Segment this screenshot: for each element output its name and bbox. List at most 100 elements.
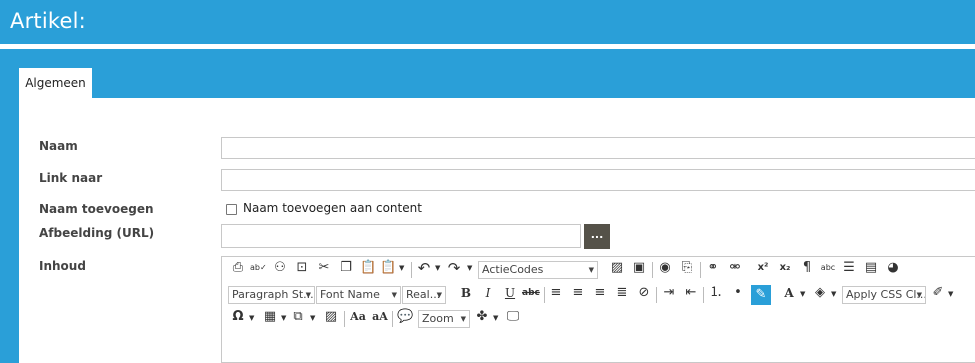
- paste-options-icon[interactable]: 📋: [380, 260, 396, 276]
- chevron-down-icon: ▼: [588, 266, 594, 274]
- toolbar-separator: [544, 287, 545, 303]
- justify-icon[interactable]: ≣: [614, 285, 630, 301]
- horizontal-rule-icon[interactable]: ☰: [841, 260, 857, 276]
- strikethrough-icon[interactable]: abc: [522, 285, 540, 301]
- indent-icon[interactable]: ⇥: [661, 285, 677, 301]
- font-color-dropdown-icon[interactable]: ▼: [800, 290, 805, 298]
- remove-alignment-icon[interactable]: ⊘: [636, 285, 652, 301]
- paragraph-marks-icon[interactable]: ¶: [799, 260, 815, 276]
- naam-toevoegen-checkbox-label[interactable]: Naam toevoegen aan content: [243, 201, 422, 215]
- toevoegen-label: Naam toevoegen: [39, 202, 154, 216]
- toolbar-separator: [652, 262, 653, 278]
- align-right-icon[interactable]: ≡: [592, 285, 608, 301]
- italic-icon[interactable]: I: [480, 285, 496, 301]
- chevron-down-icon: ▼: [460, 315, 466, 323]
- image-icon[interactable]: ▨: [609, 260, 625, 276]
- image-manager-icon[interactable]: ▣: [631, 260, 647, 276]
- link-input[interactable]: [221, 169, 975, 191]
- cut-icon[interactable]: ✂: [316, 260, 332, 276]
- align-center-icon[interactable]: ≡: [570, 285, 586, 301]
- naam-input[interactable]: [221, 137, 975, 159]
- naam-label: Naam: [39, 139, 78, 153]
- toolbar-separator: [411, 262, 412, 278]
- document-manager-icon[interactable]: ⎘: [679, 260, 695, 276]
- zoom-value: Zoom: [422, 312, 454, 325]
- outdent-icon[interactable]: ⇤: [683, 285, 699, 301]
- superscript-icon[interactable]: x²: [755, 260, 771, 276]
- toolbar-separator: [392, 311, 393, 327]
- actiecodes-value: ActieCodes: [482, 263, 544, 276]
- editor-toolbar-row-2: Paragraph St... ▼ Font Name ▼ Real... ▼ B I…: [222, 285, 975, 307]
- chevron-down-icon: ▼: [436, 291, 442, 299]
- convert-uppercase-icon[interactable]: aA: [372, 309, 388, 325]
- link-label: Link naar: [39, 171, 103, 185]
- special-characters-dropdown-icon[interactable]: ▼: [249, 314, 254, 322]
- page-title: Artikel:: [10, 9, 86, 33]
- tab-algemeen[interactable]: Algemeen: [19, 68, 92, 98]
- underline-icon[interactable]: U: [502, 285, 518, 301]
- unlink-icon[interactable]: ⚮: [727, 260, 743, 276]
- fullscreen-icon[interactable]: 🖵: [505, 309, 521, 325]
- module-manager-icon[interactable]: ◕: [885, 260, 901, 276]
- copy-icon[interactable]: ❐: [338, 260, 354, 276]
- zoom-select[interactable]: Zoom ▼: [418, 310, 470, 328]
- insert-form-dropdown-icon[interactable]: ▼: [310, 314, 315, 322]
- bold-icon[interactable]: B: [458, 285, 474, 301]
- special-characters-icon[interactable]: Ω: [230, 309, 246, 325]
- editor-toolbar-row-3: Ω ▼ ▦ ▼ ⧉ ▼ ▨ Aa aA 💬 Zoom ▼ ✤ ▼ 🖵: [222, 309, 975, 331]
- highlight-dropdown-icon[interactable]: ▼: [831, 290, 836, 298]
- format-stripper-icon[interactable]: abc: [820, 260, 836, 276]
- chevron-down-icon: ▼: [305, 291, 311, 299]
- subscript-icon[interactable]: x₂: [777, 260, 793, 276]
- hyperlink-icon[interactable]: ⚭: [705, 260, 721, 276]
- redo-icon[interactable]: ↷: [446, 260, 462, 276]
- actiecodes-select[interactable]: ActieCodes ▼: [478, 261, 598, 279]
- toolbar-separator: [703, 287, 704, 303]
- toolbar-separator: [344, 311, 345, 327]
- paste-dropdown-icon[interactable]: ▼: [399, 264, 404, 272]
- insert-form-element-icon[interactable]: ⧉: [290, 309, 306, 325]
- undo-icon[interactable]: ↶: [416, 260, 432, 276]
- table-icon[interactable]: ▦: [262, 309, 278, 325]
- chevron-down-icon: ▼: [916, 291, 922, 299]
- editor-toolbar-row-1: ⎙ ab✓ ⚇ ⊡ ✂ ❐ 📋 📋 ▼ ↶ ▼ ↷ ▼ ActieCodes ▼ …: [222, 260, 975, 282]
- media-icon[interactable]: ◉: [657, 260, 673, 276]
- apply-css-class-select[interactable]: Apply CSS Cl... ▼: [842, 286, 926, 304]
- image-properties-icon[interactable]: ▨: [323, 309, 339, 325]
- format-painter-dropdown-icon[interactable]: ▼: [948, 290, 953, 298]
- naam-toevoegen-checkbox[interactable]: [226, 204, 237, 215]
- select-all-icon[interactable]: ⊡: [294, 260, 310, 276]
- template-manager-icon[interactable]: ▤: [863, 260, 879, 276]
- font-name-value: Font Name: [320, 288, 380, 301]
- afbeelding-url-input[interactable]: [221, 224, 581, 248]
- afbeelding-label: Afbeelding (URL): [39, 226, 155, 240]
- comment-icon[interactable]: 💬: [397, 309, 413, 325]
- paste-icon[interactable]: 📋: [360, 260, 376, 276]
- format-painter-icon[interactable]: ✐: [930, 285, 946, 301]
- find-icon[interactable]: ⚇: [272, 260, 288, 276]
- chevron-down-icon: ▼: [391, 291, 397, 299]
- inhoud-label: Inhoud: [39, 259, 86, 273]
- toolbar-separator: [700, 262, 701, 278]
- spellcheck-icon[interactable]: ab✓: [250, 260, 267, 276]
- bulleted-list-icon[interactable]: •: [730, 285, 746, 301]
- font-name-select[interactable]: Font Name ▼: [316, 286, 401, 304]
- browse-button[interactable]: ...: [584, 224, 610, 249]
- module-icon[interactable]: ✤: [474, 309, 490, 325]
- print-icon[interactable]: ⎙: [230, 260, 246, 276]
- highlight-icon[interactable]: ◈: [812, 285, 828, 301]
- tab-strip: Algemeen: [0, 49, 975, 98]
- convert-lowercase-icon[interactable]: Aa: [350, 309, 366, 325]
- redo-dropdown-icon[interactable]: ▼: [467, 264, 472, 272]
- undo-dropdown-icon[interactable]: ▼: [435, 264, 440, 272]
- title-bar: Artikel:: [0, 0, 975, 44]
- font-size-select[interactable]: Real... ▼: [402, 286, 446, 304]
- track-changes-icon[interactable]: ✎: [751, 285, 771, 305]
- paragraph-style-select[interactable]: Paragraph St... ▼: [228, 286, 315, 304]
- font-size-value: Real...: [406, 288, 441, 301]
- module-dropdown-icon[interactable]: ▼: [493, 314, 498, 322]
- align-left-icon[interactable]: ≡: [548, 285, 564, 301]
- table-dropdown-icon[interactable]: ▼: [281, 314, 286, 322]
- font-color-icon[interactable]: A: [781, 285, 797, 301]
- numbered-list-icon[interactable]: ⒈: [708, 285, 724, 301]
